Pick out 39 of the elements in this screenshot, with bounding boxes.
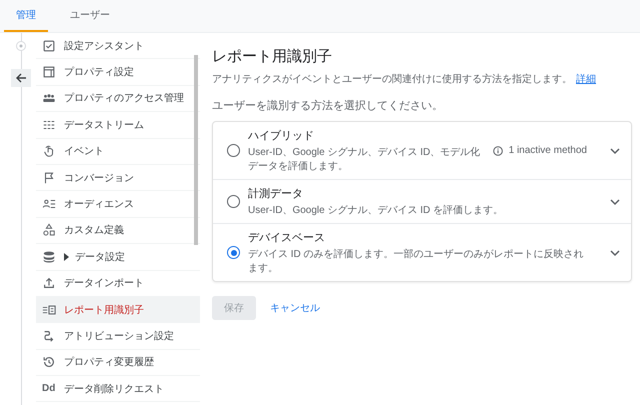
sidebar-item[interactable]: プロパティ変更履歴 [36, 350, 200, 376]
description-text: アナリティクスがイベントとユーザーの関連付けに使用する方法を指定します。 詳細 [212, 72, 597, 86]
scrollbar[interactable] [194, 55, 198, 245]
tab[interactable]: ユーザー [58, 0, 122, 32]
cancel-button[interactable]: キャンセル [266, 296, 324, 320]
item-icon [42, 65, 56, 80]
item-icon [42, 355, 56, 370]
item-icon [42, 302, 56, 317]
item-icon [42, 144, 56, 158]
info-icon [492, 146, 503, 156]
back-button[interactable] [11, 69, 31, 87]
item-icon [42, 328, 56, 343]
radio-button[interactable] [227, 195, 240, 208]
sidebar-item[interactable]: Dd データ削除リクエスト [36, 376, 200, 402]
sidebar-item[interactable]: 設定アシスタント [36, 33, 200, 60]
item-icon [42, 38, 56, 53]
item-icon [42, 250, 56, 264]
item-icon [42, 276, 56, 290]
sidebar-item[interactable]: データ設定 [36, 244, 200, 271]
option-title: 計測データ [248, 186, 304, 201]
sidebar-item[interactable]: レポート用識別子 [36, 296, 200, 324]
item-icon [42, 223, 56, 238]
arrow-left-icon [15, 72, 27, 84]
sidebar-item[interactable]: アトリビューション設定 [36, 323, 200, 350]
radio-button[interactable] [227, 246, 240, 259]
option-description: User-ID、Google シグナル、デバイス ID を評価します。 [248, 204, 504, 217]
item-icon [42, 170, 56, 185]
caret-icon [64, 252, 70, 261]
details-link[interactable]: 詳細 [576, 74, 596, 85]
prompt-text: ユーザーを識別する方法を選択してください。 [212, 98, 444, 113]
page-title: レポート用識別子 [212, 47, 333, 66]
tab[interactable]: 管理 [4, 0, 48, 32]
option-title: ハイブリッド [248, 128, 315, 143]
option-description: User-ID、Google シグナル、デバイス ID、モデル化データを評価します。 [248, 146, 482, 173]
radio-button[interactable] [227, 144, 240, 157]
item-icon: Dd [42, 383, 56, 394]
note-text: 1 inactive method [508, 145, 587, 156]
option-title: デバイスベース [248, 231, 326, 245]
option-description: デバイス ID のみを評価します。一部のユーザーのみがレポートに反映されます。 [248, 248, 585, 275]
